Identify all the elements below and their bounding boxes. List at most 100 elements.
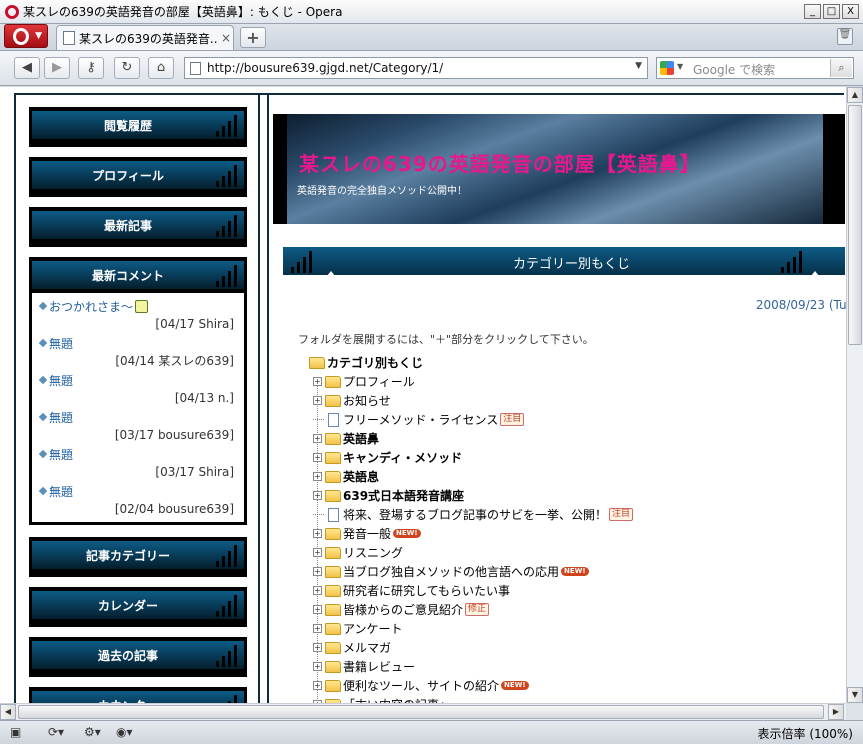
- opera-menu-button[interactable]: ▼: [4, 24, 48, 48]
- tree-row-label[interactable]: キャンディ・メソッド: [343, 449, 462, 466]
- tree-row[interactable]: + 英語鼻: [309, 429, 633, 448]
- turbo-icon[interactable]: ◉▾: [116, 725, 133, 739]
- sidebar-section-recent-posts[interactable]: 最新記事: [29, 207, 247, 247]
- comment-link[interactable]: 無題: [49, 335, 73, 352]
- tree-row-label[interactable]: リスニング: [343, 544, 403, 561]
- scroll-right-icon[interactable]: ▶: [828, 704, 844, 720]
- expand-icon[interactable]: +: [313, 529, 322, 538]
- list-item[interactable]: おつかれさま～: [38, 297, 234, 315]
- tree-row-label[interactable]: 英語息: [343, 468, 379, 485]
- maximize-button[interactable]: □: [823, 4, 840, 19]
- tab-close-icon[interactable]: ×: [221, 31, 231, 45]
- back-button[interactable]: ◀: [14, 57, 40, 79]
- expand-icon[interactable]: +: [313, 377, 322, 386]
- minimize-button[interactable]: _: [804, 4, 821, 19]
- tree-row-label[interactable]: 便利なツール、サイトの紹介: [343, 677, 499, 694]
- expand-icon[interactable]: +: [313, 396, 322, 405]
- chevron-down-icon[interactable]: ▼: [677, 62, 683, 71]
- tree-row-label[interactable]: アンケート: [343, 620, 403, 637]
- tree-row-label[interactable]: 書籍レビュー: [343, 658, 415, 675]
- expand-icon[interactable]: +: [313, 586, 322, 595]
- tree-row-label[interactable]: 皆様からのご意見紹介: [343, 601, 463, 618]
- tree-row[interactable]: + 発音一般 NEW!: [309, 524, 633, 543]
- tree-row[interactable]: +639式日本語発音講座: [309, 486, 633, 505]
- tree-row[interactable]: + お知らせ: [309, 391, 633, 410]
- tree-row[interactable]: + 当ブログ独自メソッドの他言語への応用 NEW!: [309, 562, 633, 581]
- scroll-left-icon[interactable]: ◀: [0, 704, 16, 720]
- expand-icon[interactable]: +: [313, 681, 322, 690]
- list-item[interactable]: 無題: [38, 482, 234, 500]
- panel-toggle-icon[interactable]: ▣: [10, 725, 21, 739]
- sidebar-section-profile[interactable]: プロフィール: [29, 157, 247, 197]
- chevron-down-icon[interactable]: ▼: [635, 61, 642, 71]
- tree-row[interactable]: + キャンディ・メソッド: [309, 448, 633, 467]
- horizontal-scrollbar[interactable]: ◀ ▶: [0, 703, 846, 720]
- tree-row[interactable]: + 英語息: [309, 467, 633, 486]
- new-tab-button[interactable]: +: [240, 27, 266, 48]
- search-bar[interactable]: ▼ Google で検索 ⌕: [656, 57, 854, 79]
- expand-icon[interactable]: +: [313, 643, 322, 652]
- tree-row[interactable]: + アンケート: [309, 619, 633, 638]
- reload-button[interactable]: ↻: [114, 57, 140, 79]
- tree-row[interactable]: + 書籍レビュー: [309, 657, 633, 676]
- tab-active[interactable]: 某スレの639の英語発音... ×: [56, 25, 234, 50]
- tree-row-label[interactable]: 発音一般: [343, 525, 391, 542]
- tree-row-label[interactable]: 研究者に研究してもらいたい事: [343, 582, 510, 599]
- expand-icon[interactable]: +: [313, 567, 322, 576]
- sidebar-section-calendar[interactable]: カレンダー: [29, 587, 247, 627]
- scroll-thumb[interactable]: [18, 705, 824, 719]
- tree-row[interactable]: フリーメソッド・ライセンス 注目: [309, 410, 633, 429]
- comment-link[interactable]: 無題: [49, 483, 73, 500]
- search-icon[interactable]: ⌕: [830, 59, 852, 77]
- comment-link[interactable]: 無題: [49, 372, 73, 389]
- tree-root[interactable]: カテゴリ別もくじ: [309, 353, 633, 372]
- list-item[interactable]: 無題: [38, 445, 234, 463]
- tree-row-label[interactable]: 639式日本語発音講座: [343, 487, 464, 504]
- tree-row[interactable]: + 研究者に研究してもらいたい事: [309, 581, 633, 600]
- tree-row[interactable]: + メルマガ: [309, 638, 633, 657]
- blog-banner[interactable]: 某スレの639の英語発音の部屋【英語鼻】 英語発音の完全独自メソッド公開中！: [273, 114, 845, 224]
- home-button[interactable]: ⌂: [148, 57, 174, 79]
- tree-row-label[interactable]: メルマガ: [343, 639, 391, 656]
- sidebar-section-recent-comments[interactable]: 最新コメント: [29, 257, 247, 297]
- list-item[interactable]: 無題: [38, 334, 234, 352]
- list-item[interactable]: 無題: [38, 371, 234, 389]
- tree-row[interactable]: + 皆様からのご意見紹介 修正: [309, 600, 633, 619]
- expand-icon[interactable]: +: [313, 453, 322, 462]
- trash-icon[interactable]: 🗑: [837, 28, 853, 45]
- unite-icon[interactable]: ⚙▾: [84, 725, 101, 739]
- tree-row-label[interactable]: フリーメソッド・ライセンス: [343, 411, 498, 428]
- close-button[interactable]: X: [842, 4, 859, 19]
- address-bar[interactable]: http://bousure639.gjgd.net/Category/1/ ▼: [184, 57, 648, 79]
- expand-icon[interactable]: +: [313, 605, 322, 614]
- tree-row-label[interactable]: 英語鼻: [343, 430, 379, 447]
- expand-icon[interactable]: +: [313, 624, 322, 633]
- tree-row-label[interactable]: お知らせ: [343, 392, 391, 409]
- forward-button[interactable]: ▶: [44, 57, 70, 79]
- key-icon[interactable]: ⚷: [78, 57, 104, 79]
- sidebar-section-archive[interactable]: 過去の記事: [29, 637, 247, 677]
- sidebar-section-history[interactable]: 閲覧履歴: [29, 107, 247, 147]
- tree-row[interactable]: + リスニング: [309, 543, 633, 562]
- google-icon[interactable]: [660, 61, 674, 75]
- expand-icon[interactable]: +: [313, 662, 322, 671]
- comment-link[interactable]: 無題: [49, 409, 73, 426]
- tree-row[interactable]: + 便利なツール、サイトの紹介 NEW!: [309, 676, 633, 695]
- scroll-thumb[interactable]: [848, 105, 862, 345]
- tree-row-label[interactable]: 当ブログ独自メソッドの他言語への応用: [343, 563, 559, 580]
- comment-link[interactable]: 無題: [49, 446, 73, 463]
- vertical-scrollbar[interactable]: ▲ ▼: [846, 87, 863, 703]
- expand-icon[interactable]: +: [313, 491, 322, 500]
- zoom-level[interactable]: 表示倍率 (100%): [758, 725, 854, 742]
- tree-row-label[interactable]: プロフィール: [343, 373, 415, 390]
- expand-icon[interactable]: +: [313, 434, 322, 443]
- blog-title[interactable]: 某スレの639の英語発音の部屋【英語鼻】: [299, 148, 701, 177]
- expand-icon[interactable]: +: [313, 472, 322, 481]
- sync-icon[interactable]: ⟳▾: [48, 725, 64, 739]
- tree-row[interactable]: + プロフィール: [309, 372, 633, 391]
- tree-row[interactable]: 将来、登場するブログ記事のサビを一挙、公開！ 注目: [309, 505, 634, 524]
- scroll-up-icon[interactable]: ▲: [847, 87, 863, 103]
- list-item[interactable]: 無題: [38, 408, 234, 426]
- search-input[interactable]: Google で検索: [693, 61, 775, 78]
- scroll-down-icon[interactable]: ▼: [847, 687, 863, 703]
